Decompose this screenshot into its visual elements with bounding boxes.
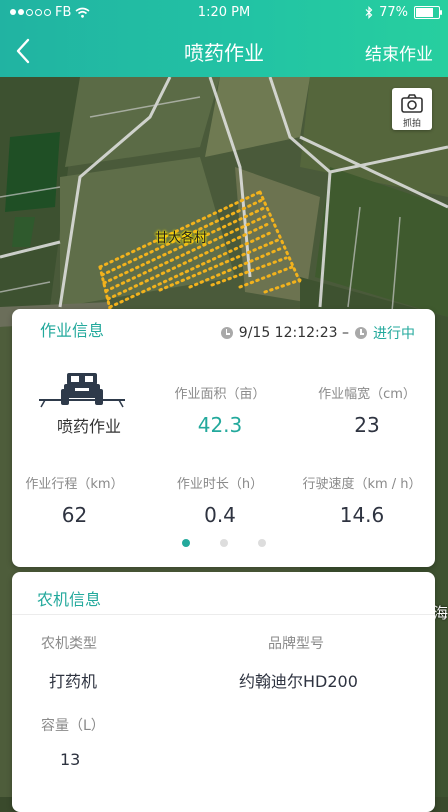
work-width-stat: 作业幅宽（cm） 23 [302,383,432,437]
camera-icon [401,94,423,113]
field-value: 打药机 [49,672,98,691]
battery-percent: 77% [379,5,408,20]
machine-type-field: 农机类型 打药机 [41,633,97,692]
clock-icon [355,327,367,339]
stat-label: 作业幅宽（cm） [318,387,416,402]
machine-info-card: 农机信息 农机类型 打药机 品牌型号 约翰迪尔HD200 容量（L） 13 [12,572,435,812]
village-label: 甘大各村 [155,231,208,246]
capture-button[interactable]: 抓拍 [392,88,432,130]
work-info-card: 作业信息 9/15 12:12:23 – 进行中 喷药作业 作业面积（亩） 42… [12,309,435,567]
page-dot[interactable] [219,539,228,547]
nav-bar: 喷药作业 结束作业 [0,26,448,77]
stat-label: 作业行程（km） [25,477,124,492]
battery-icon [414,6,442,19]
stat-label: 作业面积（亩） [174,387,266,402]
header: FB 1:20 PM 77% 喷药作业 结束作业 [0,0,448,77]
field-label: 容量（L） [41,718,105,734]
work-distance-stat: 作业行程（km） 62 [12,473,137,527]
stat-value: 14.6 [339,503,385,527]
page-dot[interactable] [257,539,266,547]
machine-info-title: 农机信息 [37,590,102,609]
work-info-title: 作业信息 [40,321,105,340]
map-edge-label: 海 [432,604,448,622]
work-area-stat: 作业面积（亩） 42.3 [160,383,280,437]
status-bar: FB 1:20 PM 77% [0,0,448,26]
stat-value: 0.4 [204,503,236,527]
brand-model-field: 品牌型号 约翰迪尔HD200 [239,633,358,692]
stat-label: 作业时长（h） [176,477,264,492]
bluetooth-icon [365,6,373,19]
stat-value: 42.3 [197,413,243,437]
capacity-field: 容量（L） 13 [41,715,105,769]
page-indicator[interactable] [12,539,435,547]
status-text: 进行中 [373,326,415,342]
stat-value: 23 [354,413,380,437]
page-dot[interactable] [181,539,190,547]
field-label: 农机类型 [41,636,97,652]
field-value: 13 [60,750,81,769]
stat-label: 行驶速度（km / h） [302,477,422,492]
work-duration-stat: 作业时长（h） 0.4 [160,473,280,527]
time-range: 9/15 12:12:23 – 进行中 [220,323,415,343]
capture-label: 抓拍 [402,119,421,129]
operation-type: 喷药作业 [56,417,121,436]
sprayer-tractor-icon [39,373,125,408]
end-work-button[interactable]: 结束作业 [365,40,433,65]
field-label: 品牌型号 [268,636,324,652]
speed-stat: 行驶速度（km / h） 14.6 [297,473,427,527]
clock-icon [220,327,233,339]
stat-value: 62 [61,503,88,527]
start-time: 9/15 12:12:23 – [238,325,349,341]
divider [12,614,435,615]
field-value: 约翰迪尔HD200 [239,672,358,691]
